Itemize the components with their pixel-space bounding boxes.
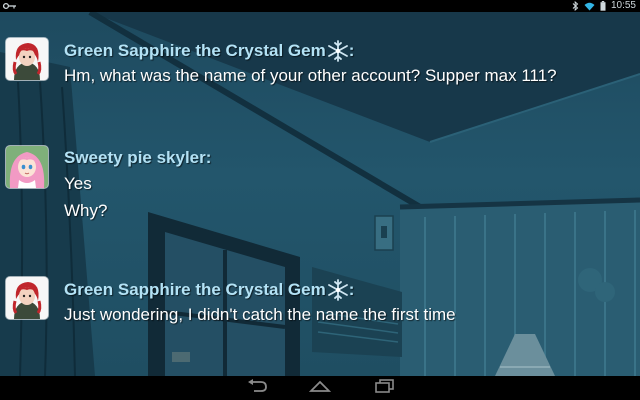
snowflake-icon	[327, 279, 349, 301]
red-haired-character-avatar[interactable]	[6, 277, 48, 319]
navigation-bar	[0, 376, 640, 400]
status-time: 10:55	[610, 0, 636, 11]
bluetooth-icon	[572, 1, 579, 11]
red-haired-character-avatar[interactable]	[6, 38, 48, 80]
back-icon	[246, 378, 268, 398]
message-text: Why?	[64, 201, 108, 220]
snowflake-icon	[327, 40, 349, 62]
username[interactable]: Green Sapphire the Crystal Gem :	[64, 40, 354, 62]
chat-log: Green Sapphire the Crystal Gem : Hm, wha…	[0, 12, 640, 376]
message-text: Just wondering, I didn't catch the name …	[64, 305, 456, 324]
message-text: Yes	[64, 174, 92, 193]
home-button[interactable]	[305, 379, 335, 397]
key-icon	[3, 2, 17, 10]
status-bar: 10:55	[0, 0, 640, 12]
username-text: Green Sapphire the Crystal Gem	[64, 41, 326, 60]
username[interactable]: Sweety pie skyler :	[64, 148, 211, 168]
wifi-icon	[584, 2, 595, 11]
recent-apps-icon	[373, 378, 395, 398]
recent-apps-button[interactable]	[369, 378, 399, 398]
pink-haired-character-avatar[interactable]	[6, 146, 48, 188]
username-text: Green Sapphire the Crystal Gem	[64, 280, 326, 299]
home-icon	[308, 379, 332, 398]
battery-icon	[600, 1, 606, 11]
username-text: Sweety pie skyler	[64, 148, 206, 167]
username[interactable]: Green Sapphire the Crystal Gem :	[64, 279, 354, 301]
message-text: Hm, what was the name of your other acco…	[64, 66, 557, 85]
back-button[interactable]	[242, 378, 272, 398]
